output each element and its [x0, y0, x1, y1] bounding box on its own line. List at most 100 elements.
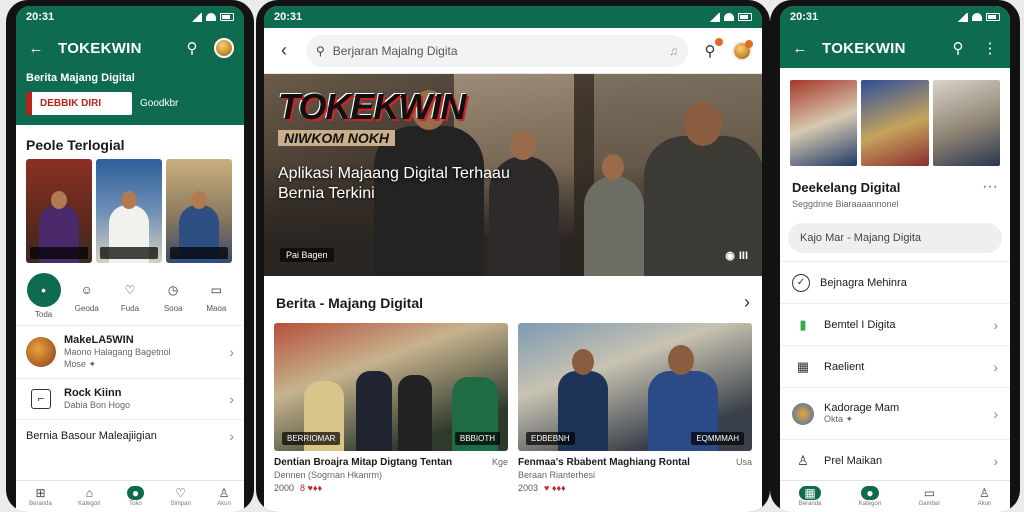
chevron-right-icon: › [229, 428, 234, 444]
quick-actions: • Toda ☺ Geoda ♡ Fuda ◷ Sooa ▭ Maoa [16, 263, 244, 325]
page-title: Deekelang Digital [792, 179, 901, 195]
nav-item[interactable]: ♙ Akun [978, 486, 992, 507]
search-icon[interactable]: ⚲ [182, 38, 202, 58]
news-card[interactable]: EDBEBNH EQMMMAH Fenmaa's Rbabent Maghian… [518, 323, 752, 493]
menu-item[interactable]: ◉ Kadorage MamOkta ✦ › [780, 387, 1010, 439]
list-item[interactable]: Bernia Basour Maleajiigian › [16, 419, 244, 452]
nav-item[interactable]: ▦ Beranda [798, 486, 822, 507]
signal-icon [191, 12, 202, 22]
more-horiz-icon[interactable]: ··· [982, 178, 998, 196]
heart-icon: ♡ [124, 283, 136, 297]
quick-action[interactable]: • Toda [24, 273, 64, 319]
back-arrow-icon[interactable]: ← [26, 38, 46, 58]
nav-label: Akun [977, 501, 992, 507]
image-icon: ▭ [923, 486, 936, 500]
list-item[interactable]: MakeLA5WIN Maono Halagang Bagetnol Mose ✦ … [16, 325, 244, 378]
voice-icon[interactable]: ♫ [669, 44, 678, 58]
person-tile[interactable] [166, 159, 232, 263]
quick-action[interactable]: ▭ Maoa [196, 279, 236, 313]
news-title: Fenmaa's Rbabent Maghiang Rontal [518, 457, 690, 468]
center-screen: 20:31 ‹ ⚲ Berjaran Majalng Digita ♫ ⚲ TO… [264, 6, 762, 512]
avatar[interactable] [732, 39, 753, 61]
banner-strip: Berita Majang Digital DEBBIK DIRI Goodkb… [16, 68, 244, 125]
nav-item[interactable]: ⌂ Kategori [78, 486, 100, 507]
menu-item[interactable]: ✓ Bejnagra Mehinra [780, 261, 1010, 303]
app-title: TOKEKWIN [58, 39, 142, 57]
list-sub: Mose ✦ [64, 359, 97, 369]
status-bar: 20:31 [16, 6, 244, 28]
menu-item[interactable]: ▮ Bemtel I Digita › [780, 303, 1010, 345]
news-header[interactable]: Berita - Majang Digital › [264, 276, 762, 323]
document-icon: ⌐ [31, 389, 51, 409]
tile-caption [100, 247, 158, 259]
heart-icon: ♡ [175, 486, 186, 500]
battery-icon [738, 13, 752, 21]
nav-item[interactable]: ♡ Simpan [170, 486, 190, 507]
news-sub: Beraan Rianterhesi [518, 470, 596, 480]
thumbnail[interactable] [861, 80, 929, 166]
nav-item[interactable]: ♙ Akun [217, 486, 231, 507]
notification-search-icon[interactable]: ⚲ [700, 37, 723, 61]
app-title: TOKEKWIN [822, 39, 906, 57]
menu-label: Raelient [824, 360, 865, 373]
avatar[interactable] [214, 38, 234, 58]
news-section-title: Berita - Majang Digital [276, 294, 424, 311]
menu-label: Bejnagra Mehinra [820, 276, 907, 289]
menu-item[interactable]: ♙ Prel Maikan › [780, 439, 1010, 481]
nav-item[interactable]: ⊞ Beranda [29, 486, 52, 507]
nav-label: Kategori [78, 501, 101, 507]
news-meta: 2000 [274, 483, 295, 493]
avatar [26, 337, 56, 367]
menu-item[interactable]: ▦ Raelient › [780, 345, 1010, 387]
banner-title: Berita Majang Digital [26, 72, 135, 84]
home-icon: ⌂ [85, 486, 93, 500]
list-item[interactable]: ⌐ Rock Kiinn Dabia Bon Hogo › [16, 378, 244, 419]
banner-card[interactable]: DEBBIK DIRI [26, 92, 132, 115]
list-title: MakeLA5WIN [64, 334, 134, 346]
menu-label: Prel Maikan [824, 454, 883, 467]
back-chevron-icon[interactable]: ‹ [274, 40, 294, 61]
page-subtitle: Seggdnne Biaraaaannonel [792, 199, 899, 209]
back-arrow-icon[interactable]: ← [790, 38, 810, 58]
nav-item[interactable]: ● Toko [126, 486, 145, 507]
quick-label: Sooa [163, 304, 183, 313]
news-card[interactable]: BERRIOMAR BBBIOTH Dentian Broajra Mitap … [274, 323, 508, 493]
search-field[interactable]: Kajo Mar - Majang Digita [788, 223, 1002, 253]
search-icon[interactable]: ⚲ [948, 38, 968, 58]
nav-item[interactable]: ● Kategori [859, 486, 881, 507]
list-title: Rock Kiinn [64, 387, 122, 399]
chevron-right-icon: › [993, 358, 998, 375]
status-time: 20:31 [26, 11, 55, 23]
left-screen: 20:31 ← TOKEKWIN ⚲ Berita Majang Digital… [16, 6, 244, 512]
thumbnail[interactable] [790, 80, 858, 166]
nav-label: Akun [217, 501, 231, 507]
news-caption: BERRIOMAR [282, 432, 341, 445]
chevron-right-icon: › [229, 391, 234, 407]
brand-logo: TOKEKWIN [278, 86, 466, 127]
person-tile[interactable] [26, 159, 92, 263]
hero-count-value: III [738, 249, 748, 262]
store-icon: ● [861, 486, 879, 500]
person-tile[interactable] [96, 159, 162, 263]
search-input[interactable]: ⚲ Berjaran Majalng Digita ♫ [306, 34, 688, 67]
quick-action[interactable]: ☺ Geoda [67, 279, 107, 313]
phone-left: 20:31 ← TOKEKWIN ⚲ Berita Majang Digital… [6, 0, 254, 512]
list-title: Bernia Basour Maleajiigian [26, 430, 157, 442]
news-title: Dentian Broajra Mitap Digtang Tentan [274, 457, 453, 468]
nav-item[interactable]: ▭ Gambar [919, 486, 941, 507]
nav-label: Toko [129, 501, 142, 507]
user-icon: ♙ [979, 486, 990, 500]
right-screen: 20:31 ← TOKEKWIN ⚲ ⋮ Deekelang Digital ··… [780, 6, 1010, 512]
hero-banner[interactable]: TOKEKWIN NIWKOM NOKH Aplikasi Majaang Di… [264, 74, 762, 276]
thumbnail[interactable] [932, 80, 1000, 166]
hero-count: ◉ III [725, 249, 748, 263]
more-vert-icon[interactable]: ⋮ [980, 38, 1000, 58]
news-time: Usa [735, 457, 752, 467]
quick-action[interactable]: ♡ Fuda [110, 279, 150, 313]
quick-action[interactable]: ◷ Sooa [153, 279, 193, 313]
news-sub: Dennen (Sogrnan Hkanrm) [274, 470, 383, 480]
nav-label: Beranda [798, 501, 822, 507]
phone-center: 20:31 ‹ ⚲ Berjaran Majalng Digita ♫ ⚲ TO… [256, 0, 770, 512]
search-icon: ⚲ [316, 43, 325, 58]
news-image: EDBEBNH EQMMMAH [518, 323, 752, 451]
